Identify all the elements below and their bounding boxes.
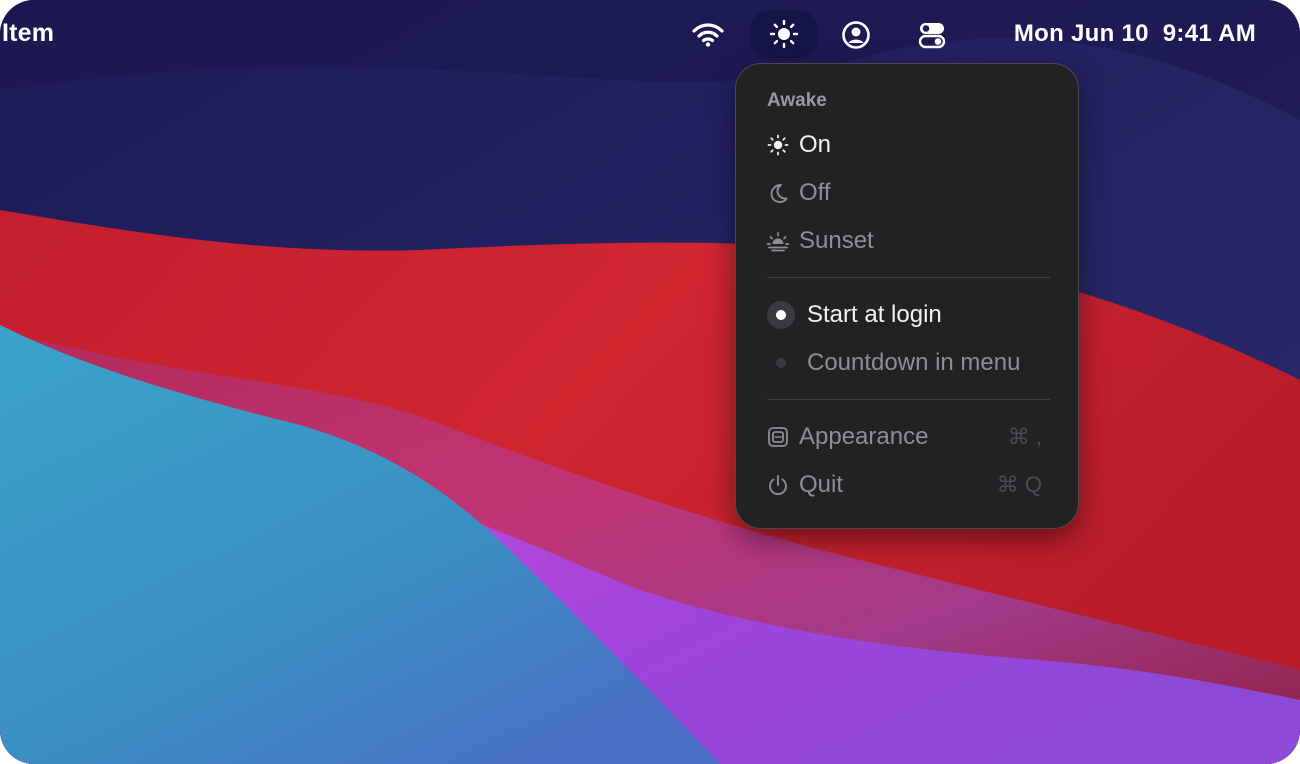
menu-separator <box>767 277 1050 278</box>
radio-unchecked[interactable] <box>767 349 795 377</box>
menu-item-sunset[interactable]: Sunset <box>756 219 1060 263</box>
wifi-icon[interactable] <box>686 12 730 58</box>
sunset-icon <box>766 229 790 253</box>
menu-item-start-at-login[interactable]: Start at login <box>756 293 1060 337</box>
sun-icon <box>769 19 799 49</box>
menu-item-quit[interactable]: Quit ⌘ Q <box>756 463 1060 507</box>
menu-item-countdown-in-menu[interactable]: Countdown in menu <box>756 341 1060 385</box>
menubar-clock[interactable]: Mon Jun 10 9:41 AM <box>1014 20 1256 48</box>
menu-header: Awake <box>767 90 827 111</box>
desktop-screen: Item Mon Jun 10 9:41 AM Awake On Off Sun… <box>0 0 1300 764</box>
appearance-icon <box>766 425 790 449</box>
menu-item-on[interactable]: On <box>756 123 1060 167</box>
menu-item-label: On <box>799 131 832 158</box>
menu-item-label: Countdown in menu <box>807 349 1021 376</box>
awake-status-item[interactable] <box>750 10 818 58</box>
menu-item-label: Sunset <box>799 227 874 254</box>
menu-item-off[interactable]: Off <box>756 171 1060 215</box>
wallpaper <box>0 0 1300 764</box>
menu-item-label: Start at login <box>807 301 942 328</box>
user-circle-icon[interactable] <box>834 12 878 58</box>
control-center-icon[interactable] <box>910 12 954 58</box>
menu-item-appearance[interactable]: Appearance ⌘ , <box>756 415 1060 459</box>
menu-item-label: Off <box>799 179 831 206</box>
sun-icon <box>766 133 790 157</box>
menu-item-label: Quit <box>799 471 844 498</box>
keyboard-shortcut: ⌘ Q <box>996 472 1042 497</box>
menu-bar: Item Mon Jun 10 9:41 AM <box>0 0 1300 70</box>
menu-item-label: Appearance <box>799 423 929 450</box>
awake-dropdown-menu: Awake On Off Sunset Start at login Count… <box>735 63 1079 529</box>
radio-checked[interactable] <box>767 301 795 329</box>
menu-separator <box>767 399 1050 400</box>
keyboard-shortcut: ⌘ , <box>1007 424 1042 449</box>
moon-icon <box>766 181 790 205</box>
power-icon <box>766 473 790 497</box>
app-menu-item[interactable]: Item <box>2 19 54 48</box>
